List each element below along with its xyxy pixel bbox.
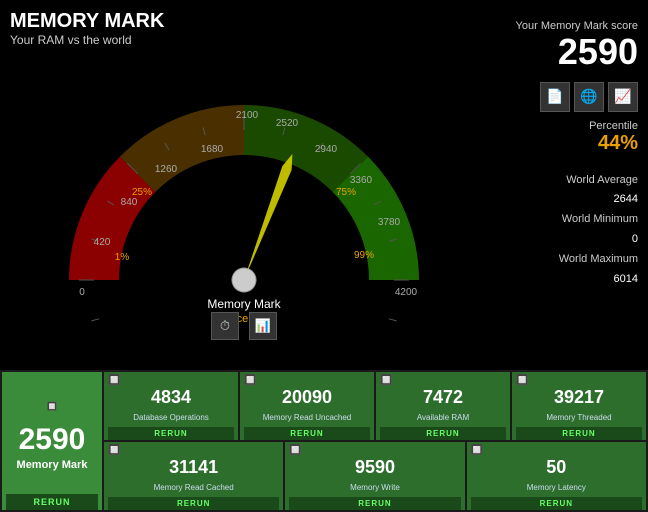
tile-grid: 🔲 4834 Database Operations RERUN 🔲 20090… — [104, 372, 646, 510]
world-min-label: World Minimum — [559, 210, 638, 230]
stats-block: World Average 2644 World Minimum 0 World… — [559, 171, 638, 290]
world-max-value: 6014 — [559, 270, 638, 290]
gauge-label-2940: 2940 — [315, 144, 338, 155]
tile-2-label: Available RAM — [417, 413, 469, 423]
document-icon-btn[interactable]: 📄 — [540, 82, 570, 112]
tile-1-label: Memory Read Uncached — [263, 413, 351, 423]
tile-3-rerun[interactable]: RERUN — [516, 427, 642, 440]
gauge-label-0: 0 — [79, 287, 85, 298]
page-title: MEMORY MARK — [10, 10, 164, 33]
bottom-section: 🔲 2590 Memory Mark RERUN 🔲 4834 Database… — [0, 370, 648, 512]
gauge-label-1260: 1260 — [155, 164, 178, 175]
gauge-container: 1% 25% 75% 99% 0 420 840 1260 1680 21 — [54, 40, 434, 340]
action-icons: 📄 🌐 📈 — [540, 82, 638, 112]
tile-6-label: Memory Latency — [527, 483, 586, 493]
tile-5-label: Memory Write — [350, 483, 400, 493]
world-avg-label: World Average — [559, 171, 638, 191]
percentile-1-label: 1% — [115, 252, 130, 263]
chart2-icon-btn[interactable]: 📈 — [608, 82, 638, 112]
tile-2-value: 7472 — [423, 387, 463, 408]
chart-icon-btn[interactable]: 📊 — [249, 312, 277, 340]
tile-3: 🔲 39217 Memory Threaded RERUN — [512, 372, 646, 440]
main-tile-value: 2590 — [19, 423, 86, 457]
tile-0-rerun[interactable]: RERUN — [108, 427, 234, 440]
tile-6-rerun[interactable]: RERUN — [471, 497, 642, 510]
gauge-label-2100: 2100 — [236, 110, 259, 121]
timer-icon-btn[interactable]: ⏱ — [211, 312, 239, 340]
tile-5-rerun[interactable]: RERUN — [289, 497, 460, 510]
percentile-label: Percentile — [589, 120, 638, 132]
world-avg-value: 2644 — [559, 190, 638, 210]
world-min-value: 0 — [559, 230, 638, 250]
tile-1-rerun[interactable]: RERUN — [244, 427, 370, 440]
tile-3-label: Memory Threaded — [546, 413, 611, 423]
gauge-center-label: Memory Mark — [207, 297, 281, 311]
gauge-label-3360: 3360 — [350, 175, 373, 186]
tile-6-value: 50 — [546, 457, 566, 478]
gauge-bottom-icons: ⏱ 📊 — [211, 312, 277, 340]
tile-4-value: 31141 — [169, 457, 218, 478]
percentile-99-label: 99% — [354, 250, 374, 261]
tile-4-rerun[interactable]: RERUN — [108, 497, 279, 510]
gauge-label-2520: 2520 — [276, 118, 299, 129]
score-section: Your Memory Mark score 2590 — [516, 20, 638, 72]
gauge-label-1680: 1680 — [201, 144, 224, 155]
main-tile-label: Memory Mark — [17, 459, 88, 471]
globe-icon-btn[interactable]: 🌐 — [574, 82, 604, 112]
gauge-label-3780: 3780 — [378, 217, 401, 228]
gauge-label-840: 840 — [121, 197, 138, 208]
tile-0-label: Database Operations — [133, 413, 209, 423]
tile-6: 🔲 50 Memory Latency RERUN — [467, 442, 646, 510]
percentile-block: Percentile 44% — [589, 120, 638, 155]
percentile-value: 44% — [589, 132, 638, 155]
tile-0: 🔲 4834 Database Operations RERUN — [104, 372, 238, 440]
tile-0-value: 4834 — [151, 387, 191, 408]
score-value: 2590 — [516, 32, 638, 72]
tile-2: 🔲 7472 Available RAM RERUN — [376, 372, 510, 440]
world-max-label: World Maximum — [559, 250, 638, 270]
tile-row-1: 🔲 4834 Database Operations RERUN 🔲 20090… — [104, 372, 646, 440]
tile-4-label: Memory Read Cached — [154, 483, 234, 493]
gauge-label-4200: 4200 — [395, 287, 418, 298]
main-tile-rerun-btn[interactable]: RERUN — [6, 494, 98, 510]
tile-3-value: 39217 — [554, 387, 604, 408]
tile-2-rerun[interactable]: RERUN — [380, 427, 506, 440]
right-panel: Your Memory Mark score 2590 📄 🌐 📈 Percen… — [478, 10, 638, 370]
main-tile: 🔲 2590 Memory Mark RERUN — [2, 372, 102, 510]
tile-row-2: 🔲 31141 Memory Read Cached RERUN 🔲 9590 … — [104, 442, 646, 510]
tile-4: 🔲 31141 Memory Read Cached RERUN — [104, 442, 283, 510]
tile-5-value: 9590 — [355, 457, 395, 478]
tile-1: 🔲 20090 Memory Read Uncached RERUN — [240, 372, 374, 440]
percentile-75-label: 75% — [336, 187, 356, 198]
gauge-label-420: 420 — [94, 237, 111, 248]
gauge-svg: 1% 25% 75% 99% 0 420 840 1260 1680 21 — [54, 40, 434, 340]
tile-5: 🔲 9590 Memory Write RERUN — [285, 442, 464, 510]
tile-1-value: 20090 — [282, 387, 332, 408]
